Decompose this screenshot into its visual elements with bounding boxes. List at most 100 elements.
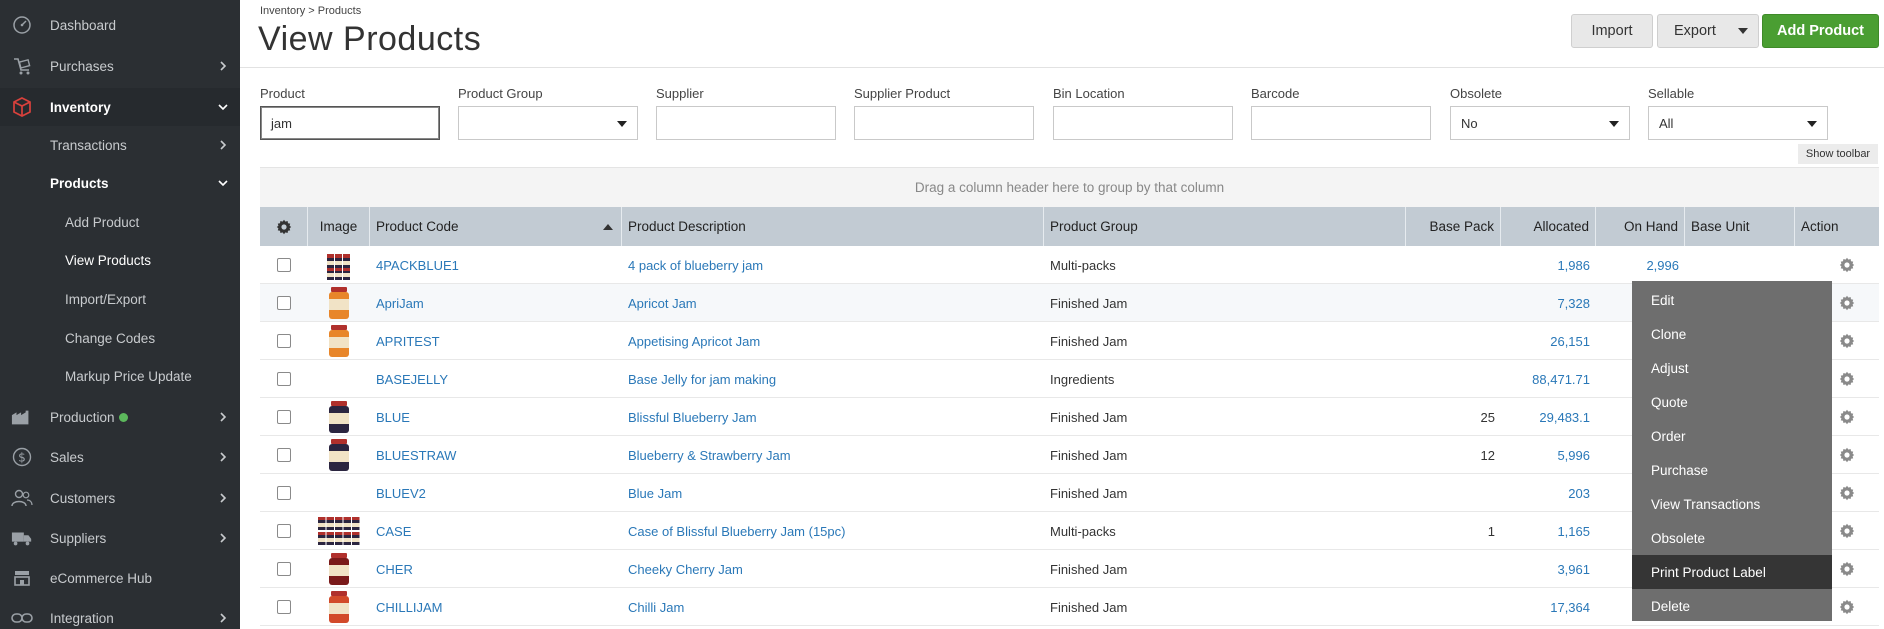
product-code-link[interactable]: APRITEST — [376, 322, 616, 360]
show-toolbar-button[interactable]: Show toolbar — [1798, 144, 1878, 164]
sidebar-item-change-codes[interactable]: Change Codes — [0, 319, 240, 357]
allocated-link[interactable]: 5,996 — [1501, 436, 1590, 474]
menu-item-view-transactions[interactable]: View Transactions — [1632, 487, 1832, 521]
column-header-on-hand[interactable]: On Hand — [1596, 207, 1685, 246]
allocated-link[interactable]: 1,986 — [1501, 246, 1590, 284]
barcode-filter-input[interactable] — [1251, 106, 1431, 140]
sidebar-item-customers[interactable]: Customers — [0, 479, 240, 517]
column-header-base-unit[interactable]: Base Unit — [1685, 207, 1795, 246]
product-code-link[interactable]: 4PACKBLUE1 — [376, 246, 616, 284]
menu-item-quote[interactable]: Quote — [1632, 385, 1832, 419]
row-checkbox[interactable] — [277, 550, 291, 588]
product-description-link[interactable]: Blissful Blueberry Jam — [628, 398, 1038, 436]
sidebar-item-production[interactable]: Production — [0, 398, 240, 436]
allocated-link[interactable]: 29,483.1 — [1501, 398, 1590, 436]
table-row[interactable]: 4PACKBLUE1 4 pack of blueberry jam Multi-p… — [260, 246, 1879, 284]
bin-location-filter-input[interactable] — [1053, 106, 1233, 140]
row-action-button[interactable] — [1837, 322, 1857, 360]
column-header-product-description[interactable]: Product Description — [622, 207, 1044, 246]
product-description-link[interactable]: Blue Jam — [628, 474, 1038, 512]
allocated-link[interactable]: 1,165 — [1501, 512, 1590, 550]
row-checkbox[interactable] — [277, 474, 291, 512]
product-code-link[interactable]: CHILLIJAM — [376, 588, 616, 626]
column-header-allocated[interactable]: Allocated — [1501, 207, 1596, 246]
column-header-image[interactable]: Image — [308, 207, 370, 246]
menu-item-order[interactable]: Order — [1632, 419, 1832, 453]
product-group-select[interactable] — [458, 106, 638, 140]
row-action-button[interactable] — [1837, 588, 1857, 626]
sidebar-item-view-products[interactable]: View Products — [0, 241, 240, 279]
menu-item-delete[interactable]: Delete — [1632, 589, 1832, 623]
sidebar-item-purchases[interactable]: Purchases — [0, 47, 240, 85]
menu-item-obsolete[interactable]: Obsolete — [1632, 521, 1832, 555]
sidebar-item-markup-price-update[interactable]: Markup Price Update — [0, 357, 240, 395]
sidebar-item-integration[interactable]: Integration — [0, 599, 240, 629]
import-button[interactable]: Import — [1571, 14, 1653, 48]
column-header-product-group[interactable]: Product Group — [1044, 207, 1406, 246]
allocated-link[interactable]: 88,471.71 — [1501, 360, 1590, 398]
sidebar-item-dashboard[interactable]: Dashboard — [0, 6, 240, 44]
row-checkbox[interactable] — [277, 322, 291, 360]
row-checkbox[interactable] — [277, 398, 291, 436]
product-code-link[interactable]: BASEJELLY — [376, 360, 616, 398]
column-header-product-code[interactable]: Product Code — [370, 207, 622, 246]
sidebar-item-inventory[interactable]: Inventory — [0, 88, 240, 126]
row-checkbox[interactable] — [277, 284, 291, 322]
supplier-filter-input[interactable] — [656, 106, 836, 140]
product-code-link[interactable]: CASE — [376, 512, 616, 550]
allocated-link[interactable]: 3,961 — [1501, 550, 1590, 588]
product-description-link[interactable]: Cheeky Cherry Jam — [628, 550, 1038, 588]
menu-item-purchase[interactable]: Purchase — [1632, 453, 1832, 487]
product-code-link[interactable]: CHER — [376, 550, 616, 588]
sidebar-item-ecommerce-hub[interactable]: eCommerce Hub — [0, 559, 240, 597]
sellable-select[interactable]: All — [1648, 106, 1828, 140]
product-description-link[interactable]: Chilli Jam — [628, 588, 1038, 626]
row-action-button[interactable] — [1837, 512, 1857, 550]
allocated-link[interactable]: 17,364 — [1501, 588, 1590, 626]
sidebar-item-add-product[interactable]: Add Product — [0, 203, 240, 241]
row-checkbox[interactable] — [277, 588, 291, 626]
row-checkbox[interactable] — [277, 512, 291, 550]
product-code-link[interactable]: ApriJam — [376, 284, 616, 322]
row-action-button[interactable] — [1837, 284, 1857, 322]
column-settings-button[interactable] — [260, 207, 308, 246]
row-action-button[interactable] — [1837, 360, 1857, 398]
row-action-button[interactable] — [1837, 436, 1857, 474]
group-by-drop-zone[interactable]: Drag a column header here to group by th… — [260, 167, 1879, 207]
row-action-button[interactable] — [1837, 550, 1857, 588]
product-description-link[interactable]: Case of Blissful Blueberry Jam (15pc) — [628, 512, 1038, 550]
row-checkbox[interactable] — [277, 360, 291, 398]
add-product-button[interactable]: Add Product — [1762, 14, 1879, 48]
menu-item-adjust[interactable]: Adjust — [1632, 351, 1832, 385]
product-code-link[interactable]: BLUE — [376, 398, 616, 436]
product-code-link[interactable]: BLUEV2 — [376, 474, 616, 512]
sidebar-item-sales[interactable]: $ Sales — [0, 438, 240, 476]
allocated-link[interactable]: 26,151 — [1501, 322, 1590, 360]
product-description-link[interactable]: Appetising Apricot Jam — [628, 322, 1038, 360]
product-description-link[interactable]: Apricot Jam — [628, 284, 1038, 322]
export-button[interactable]: Export — [1657, 14, 1759, 48]
menu-item-edit[interactable]: Edit — [1632, 283, 1832, 317]
supplier-product-filter-input[interactable] — [854, 106, 1034, 140]
row-action-button[interactable] — [1837, 246, 1857, 284]
product-description-link[interactable]: Blueberry & Strawberry Jam — [628, 436, 1038, 474]
row-action-button[interactable] — [1837, 398, 1857, 436]
product-filter-input[interactable]: jam — [260, 106, 440, 140]
obsolete-select[interactable]: No — [1450, 106, 1630, 140]
sidebar-item-products[interactable]: Products — [0, 164, 240, 202]
sidebar-item-import-export[interactable]: Import/Export — [0, 280, 240, 318]
product-description-link[interactable]: 4 pack of blueberry jam — [628, 246, 1038, 284]
on-hand-link[interactable]: 2,996 — [1596, 246, 1679, 284]
row-checkbox[interactable] — [277, 436, 291, 474]
menu-item-print-product-label[interactable]: Print Product Label — [1632, 555, 1832, 589]
row-action-button[interactable] — [1837, 474, 1857, 512]
row-checkbox[interactable] — [277, 246, 291, 284]
column-header-base-pack[interactable]: Base Pack — [1406, 207, 1501, 246]
sidebar-item-transactions[interactable]: Transactions — [0, 126, 240, 164]
allocated-link[interactable]: 203 — [1501, 474, 1590, 512]
menu-item-clone[interactable]: Clone — [1632, 317, 1832, 351]
sidebar-item-suppliers[interactable]: Suppliers — [0, 519, 240, 557]
allocated-link[interactable]: 7,328 — [1501, 284, 1590, 322]
product-code-link[interactable]: BLUESTRAW — [376, 436, 616, 474]
product-description-link[interactable]: Base Jelly for jam making — [628, 360, 1038, 398]
